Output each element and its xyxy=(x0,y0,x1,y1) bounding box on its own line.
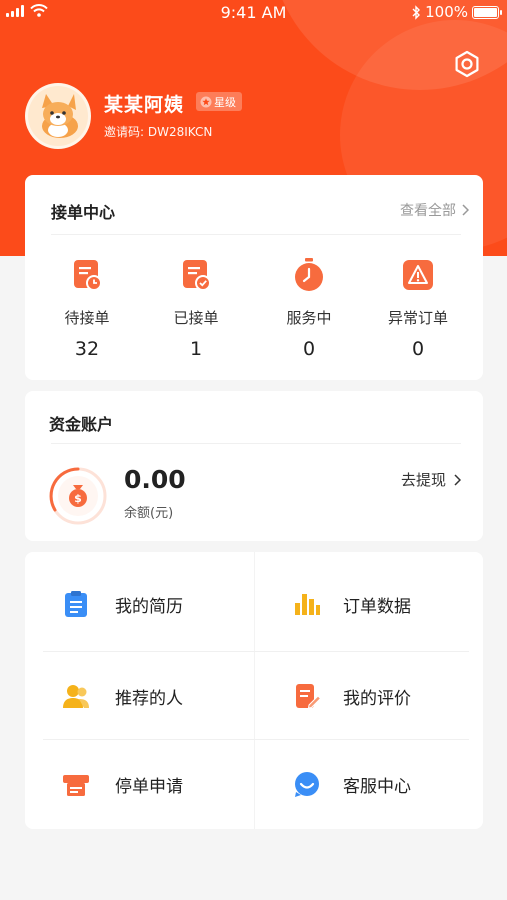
order-item-abnormal[interactable]: 异常订单 0 xyxy=(363,257,473,360)
menu-item-resume[interactable]: 我的简历 xyxy=(25,560,254,648)
order-item-label: 服务中 xyxy=(286,309,332,327)
user-name: 某某阿姨 xyxy=(104,94,185,116)
menu-item-label: 订单数据 xyxy=(343,596,411,617)
order-item-label: 已接单 xyxy=(173,309,219,327)
menu-item-label: 推荐的人 xyxy=(115,688,183,709)
menu-grid-card: 我的简历 订单数据 推荐的人 我的评价 停单申请 客服中心 xyxy=(25,552,483,829)
status-bar: 9:41 AM 100% xyxy=(0,0,507,24)
withdraw-label: 去提现 xyxy=(400,471,446,489)
order-item-in-service[interactable]: 服务中 0 xyxy=(254,257,364,360)
menu-item-referrals[interactable]: 推荐的人 xyxy=(25,652,254,740)
order-item-count: 1 xyxy=(189,338,203,360)
invite-code-line: 邀请码: DW28IKCN xyxy=(104,123,212,140)
menu-item-label: 我的简历 xyxy=(115,596,183,617)
menu-item-label: 我的评价 xyxy=(343,688,411,709)
invite-code-label: 邀请码: xyxy=(104,125,148,139)
menu-item-order-data[interactable]: 订单数据 xyxy=(254,560,483,648)
order-item-count: 32 xyxy=(74,338,100,360)
star-badge-icon xyxy=(200,96,212,107)
fund-account-title: 资金账户 xyxy=(49,415,114,434)
bar-chart-icon xyxy=(295,594,320,615)
order-item-accepted[interactable]: 已接单 1 xyxy=(141,257,251,360)
divider xyxy=(51,234,461,235)
chevron-right-icon xyxy=(462,204,469,216)
bluetooth-icon xyxy=(412,4,421,20)
customer-service-chat-icon xyxy=(295,772,319,797)
menu-item-stop-order[interactable]: 停单申请 xyxy=(25,740,254,828)
menu-item-label: 停单申请 xyxy=(115,776,183,797)
star-level-badge: 星级 xyxy=(196,92,242,111)
order-item-label: 待接单 xyxy=(64,309,110,327)
corgi-avatar-icon xyxy=(42,94,78,138)
in-service-timer-icon xyxy=(295,258,323,291)
avatar[interactable] xyxy=(25,83,91,149)
battery-percent: 100% xyxy=(425,3,468,21)
withdraw-link[interactable]: 去提现 xyxy=(401,469,461,490)
pending-orders-icon xyxy=(74,260,102,291)
referral-people-icon xyxy=(63,685,89,708)
stop-order-printer-icon xyxy=(63,775,89,796)
order-item-label: 异常订单 xyxy=(387,309,448,327)
abnormal-order-warning-icon xyxy=(403,260,433,290)
invite-code-value: DW28IKCN xyxy=(147,125,213,139)
accepted-orders-icon xyxy=(183,260,211,291)
order-center-card: 接单中心 查看全部 待接单 32 已接单 1 服务中 0 异常订单 0 xyxy=(25,175,483,380)
menu-item-customer-service[interactable]: 客服中心 xyxy=(254,740,483,828)
order-item-pending[interactable]: 待接单 32 xyxy=(32,257,142,360)
level-badge-label: 星级 xyxy=(214,95,236,109)
review-edit-icon xyxy=(296,684,322,709)
svg-text:$: $ xyxy=(74,492,82,505)
balance-label: 余额(元) xyxy=(124,506,174,521)
resume-clipboard-icon xyxy=(65,591,87,617)
order-item-count: 0 xyxy=(302,338,316,360)
divider xyxy=(51,443,461,444)
settings-gear-icon[interactable] xyxy=(452,49,482,79)
view-all-label: 查看全部 xyxy=(400,203,456,219)
order-item-count: 0 xyxy=(411,338,425,360)
menu-item-my-reviews[interactable]: 我的评价 xyxy=(254,652,483,740)
fund-account-card: 资金账户 $ 0.00 余额(元) 去提现 xyxy=(25,391,483,541)
chevron-right-icon xyxy=(454,473,461,486)
view-all-orders-link[interactable]: 查看全部 xyxy=(400,200,469,220)
balance-amount: 0.00 xyxy=(124,465,186,494)
order-center-title: 接单中心 xyxy=(51,203,116,222)
menu-item-label: 客服中心 xyxy=(343,776,411,797)
money-bag-icon: $ xyxy=(49,467,107,525)
battery-icon xyxy=(472,5,502,19)
